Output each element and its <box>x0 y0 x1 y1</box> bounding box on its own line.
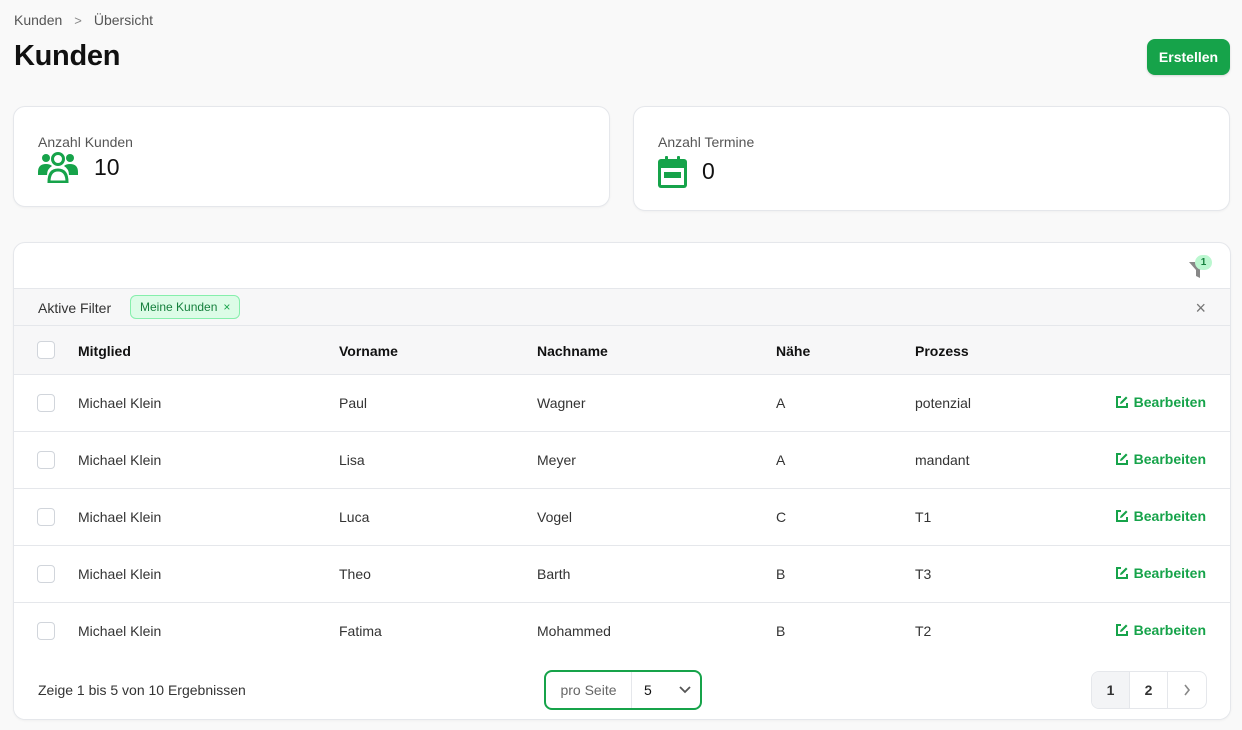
cell-mitglied: Michael Klein <box>78 566 162 582</box>
cell-prozess: potenzial <box>915 395 972 411</box>
cell-mitglied: Michael Klein <box>78 509 162 525</box>
cell-naehe: B <box>776 623 786 639</box>
calendar-icon <box>658 156 687 193</box>
cell-vorname: Fatima <box>339 623 382 639</box>
column-header-naehe[interactable]: Nähe <box>776 343 810 359</box>
page-title: Kunden <box>14 40 121 72</box>
active-filter-bar: Aktive Filter Meine Kunden × × <box>14 288 1230 326</box>
cell-vorname: Paul <box>339 395 368 411</box>
customers-table-card: 1 Aktive Filter Meine Kunden × × Mitglie… <box>13 242 1231 720</box>
edit-icon <box>1115 567 1128 579</box>
cell-prozess: T2 <box>915 623 932 639</box>
stat-label: Anzahl Kunden <box>38 134 133 150</box>
edit-icon <box>1115 510 1128 522</box>
edit-button[interactable]: Bearbeiten <box>1115 622 1206 638</box>
select-all-checkbox[interactable] <box>37 341 55 359</box>
edit-button[interactable]: Bearbeiten <box>1115 451 1206 467</box>
chevron-down-icon <box>670 686 700 694</box>
cell-mitglied: Michael Klein <box>78 452 162 468</box>
result-count-text: Zeige 1 bis 5 von 10 Ergebnissen <box>38 682 246 698</box>
cell-prozess: mandant <box>915 452 970 468</box>
edit-button[interactable]: Bearbeiten <box>1115 394 1206 410</box>
next-page-button[interactable] <box>1168 672 1206 708</box>
table-footer: Zeige 1 bis 5 von 10 Ergebnissen pro Sei… <box>14 659 1230 719</box>
edit-button[interactable]: Bearbeiten <box>1115 565 1206 581</box>
per-page-label: pro Seite <box>546 672 632 708</box>
breadcrumb-item-current: Übersicht <box>93 12 154 28</box>
chevron-right-icon <box>1184 684 1191 696</box>
edit-icon <box>1115 624 1128 636</box>
edit-icon <box>1115 453 1128 465</box>
cell-vorname: Luca <box>339 509 370 525</box>
edit-label: Bearbeiten <box>1133 565 1206 581</box>
filter-button[interactable]: 1 <box>1188 255 1212 281</box>
per-page-value: 5 <box>644 682 652 698</box>
column-header-nachname[interactable]: Nachname <box>537 343 608 359</box>
table-row: Michael Klein Luca Vogel C T1 Bearbeiten <box>14 489 1230 546</box>
table-row: Michael Klein Fatima Mohammed B T2 Bearb… <box>14 603 1230 660</box>
row-checkbox[interactable] <box>37 508 55 526</box>
page-button-2[interactable]: 2 <box>1130 672 1168 708</box>
cell-prozess: T1 <box>915 509 932 525</box>
breadcrumb: Kunden > Übersicht <box>14 12 153 28</box>
users-icon <box>38 151 78 188</box>
filter-chip-label: Meine Kunden <box>140 300 218 314</box>
active-filter-label: Aktive Filter <box>38 300 112 316</box>
page-button-1[interactable]: 1 <box>1092 672 1130 708</box>
column-header-vorname[interactable]: Vorname <box>339 343 398 359</box>
breadcrumb-item-kunden[interactable]: Kunden <box>14 12 62 28</box>
cell-nachname: Vogel <box>537 509 573 525</box>
per-page-select[interactable]: pro Seite 5 <box>544 670 702 710</box>
cell-mitglied: Michael Klein <box>78 623 162 639</box>
filter-count-badge: 1 <box>1195 255 1212 270</box>
cell-nachname: Wagner <box>537 395 586 411</box>
breadcrumb-separator: > <box>74 12 82 28</box>
clear-filters-icon[interactable]: × <box>1195 298 1206 319</box>
cell-prozess: T3 <box>915 566 932 582</box>
stat-card-appointments: Anzahl Termine 0 <box>633 106 1230 211</box>
edit-button[interactable]: Bearbeiten <box>1115 508 1206 524</box>
create-button[interactable]: Erstellen <box>1147 39 1230 75</box>
stat-label: Anzahl Termine <box>658 134 755 150</box>
table-row: Michael Klein Theo Barth B T3 Bearbeiten <box>14 546 1230 603</box>
cell-vorname: Lisa <box>339 452 365 468</box>
cell-naehe: A <box>776 452 786 468</box>
row-checkbox[interactable] <box>37 451 55 469</box>
row-checkbox[interactable] <box>37 394 55 412</box>
cell-vorname: Theo <box>339 566 371 582</box>
table-header: Mitglied Vorname Nachname Nähe Prozess <box>14 326 1230 375</box>
filter-chip: Meine Kunden × <box>130 295 241 319</box>
row-checkbox[interactable] <box>37 565 55 583</box>
edit-label: Bearbeiten <box>1133 622 1206 638</box>
cell-nachname: Barth <box>537 566 571 582</box>
column-header-mitglied[interactable]: Mitglied <box>78 343 131 359</box>
column-header-prozess[interactable]: Prozess <box>915 343 969 359</box>
edit-label: Bearbeiten <box>1133 451 1206 467</box>
cell-naehe: B <box>776 566 786 582</box>
table-row: Michael Klein Lisa Meyer A mandant Bearb… <box>14 432 1230 489</box>
cell-mitglied: Michael Klein <box>78 395 162 411</box>
edit-label: Bearbeiten <box>1133 394 1206 410</box>
cell-nachname: Mohammed <box>537 623 611 639</box>
row-checkbox[interactable] <box>37 622 55 640</box>
edit-label: Bearbeiten <box>1133 508 1206 524</box>
cell-naehe: C <box>776 509 787 525</box>
pagination: 1 2 <box>1091 671 1207 709</box>
edit-icon <box>1115 396 1128 408</box>
stat-card-customers: Anzahl Kunden 10 <box>13 106 610 207</box>
stat-value: 0 <box>702 158 715 184</box>
table-row: Michael Klein Paul Wagner A potenzial Be… <box>14 375 1230 432</box>
stat-value: 10 <box>94 154 120 180</box>
chip-remove-icon[interactable]: × <box>223 300 230 314</box>
cell-nachname: Meyer <box>537 452 576 468</box>
cell-naehe: A <box>776 395 786 411</box>
